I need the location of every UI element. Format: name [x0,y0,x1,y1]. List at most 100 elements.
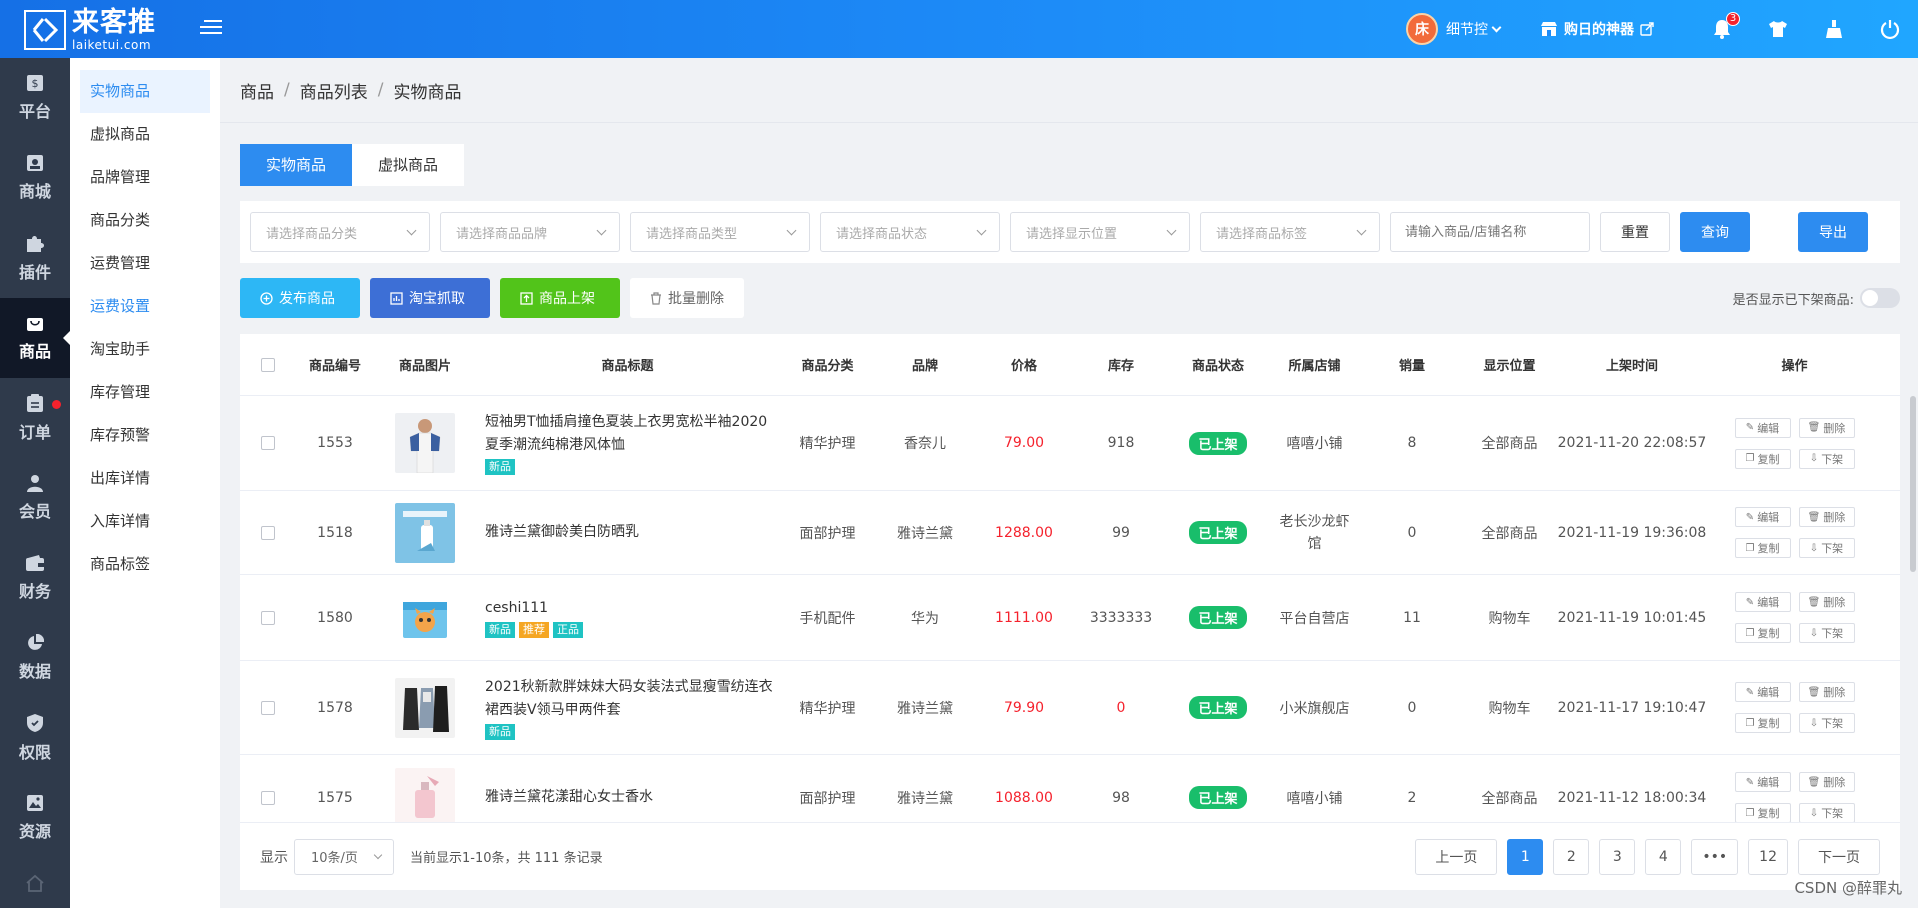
record-summary: 当前显示1-10条，共 111 条记录 [410,851,603,866]
notification-button[interactable]: 3 [1694,0,1750,58]
edit-button[interactable]: ✎ 编辑 [1734,417,1791,438]
taobao-fetch-button[interactable]: 淘宝抓取 [370,278,490,318]
breadcrumb-item[interactable]: 商品 [240,78,274,103]
subnav-item-physical-goods[interactable]: 实物商品 [80,70,210,113]
delete-button[interactable]: 🗑 删除 [1798,507,1855,527]
row-checkbox[interactable] [260,525,275,540]
search-input[interactable] [1390,212,1590,252]
sidebar-item-platform[interactable]: $ 平台 [0,58,70,138]
copy-button[interactable]: ❐ 复制 [1734,623,1791,643]
subnav-item-shipping-settings[interactable]: 运费设置 [80,285,210,328]
sidebar-item-resources[interactable]: 资源 [0,778,70,858]
edit-button[interactable]: ✎ 编辑 [1734,772,1791,792]
edit-button[interactable]: ✎ 编辑 [1734,682,1791,702]
offline-button[interactable]: ⇩ 下架 [1798,803,1855,822]
subnav-item-brands[interactable]: 品牌管理 [80,156,210,199]
sidebar-item-finance[interactable]: 财务 [0,538,70,618]
sidebar-item-mall[interactable]: 商城 [0,138,70,218]
select-all-checkbox[interactable] [260,357,275,372]
theme-button[interactable] [1750,0,1806,58]
product-image[interactable] [395,677,455,738]
logout-button[interactable] [1862,0,1918,58]
offline-button[interactable]: ⇩ 下架 [1798,448,1855,469]
delete-button[interactable]: 🗑 删除 [1798,592,1855,612]
subnav-item-shipping-management[interactable]: 运费管理 [80,242,210,285]
more-pages-button[interactable]: ••• [1691,839,1739,875]
page-size-select[interactable]: 10条/页 [294,838,394,875]
delete-button[interactable]: 🗑 删除 [1798,417,1855,438]
tab-physical-goods[interactable]: 实物商品 [240,144,352,186]
copy-button[interactable]: ❐ 复制 [1734,803,1791,822]
delete-button[interactable]: 🗑 删除 [1798,772,1855,792]
row-checkbox[interactable] [260,610,275,625]
category-select[interactable]: 请选择商品分类 [250,212,430,252]
page-button[interactable]: 2 [1553,839,1590,875]
batch-delete-button[interactable]: 批量删除 [630,278,744,318]
type-select[interactable]: 请选择商品类型 [630,212,810,252]
edit-button[interactable]: ✎ 编辑 [1734,507,1791,527]
sidebar-item-members[interactable]: 会员 [0,458,70,538]
product-image[interactable] [395,502,455,563]
copy-button[interactable]: ❐ 复制 [1734,448,1791,469]
subnav-item-inventory[interactable]: 库存管理 [80,371,210,414]
row-checkbox[interactable] [260,436,275,450]
offline-button[interactable]: ⇩ 下架 [1798,538,1855,558]
reset-button[interactable]: 重置 [1600,212,1670,252]
clean-cache-button[interactable] [1806,0,1862,58]
sidebar-item-plugin[interactable]: 插件 [0,218,70,298]
offline-button[interactable]: ⇩ 下架 [1798,623,1855,643]
op-label: 删除 [1823,776,1846,789]
op-label: 复制 [1757,807,1780,820]
subnav-item-virtual-goods[interactable]: 虚拟商品 [80,113,210,156]
subnav-item-outbound[interactable]: 出库详情 [80,457,210,500]
user-menu[interactable]: 床 细节控 [1406,13,1502,45]
publish-goods-button[interactable]: 发布商品 [240,278,360,318]
page-button[interactable]: 12 [1748,839,1788,875]
subnav-item-categories[interactable]: 商品分类 [80,199,210,242]
show-offline-switch[interactable] [1860,288,1900,308]
sidebar-item-data[interactable]: 数据 [0,618,70,698]
page-button[interactable]: 4 [1645,839,1682,875]
row-checkbox[interactable] [260,790,275,805]
tab-virtual-goods[interactable]: 虚拟商品 [352,144,464,186]
goods-position: 全部商品 [1481,790,1538,807]
product-image[interactable] [395,413,455,473]
sidebar-item-home[interactable] [0,858,70,908]
table-row: 1578 2021秋新款胖妹妹大码女装法式显瘦雪纺连衣裙西装V领马甲两件套 新品… [240,661,1900,755]
page-button[interactable]: 3 [1599,839,1636,875]
prev-page-button[interactable]: 上一页 [1415,839,1498,875]
subnav-item-tags[interactable]: 商品标签 [80,543,210,586]
brand-select[interactable]: 请选择商品品牌 [440,212,620,252]
product-image[interactable] [395,587,455,648]
sidebar-item-permissions[interactable]: 权限 [0,698,70,778]
table-scrollbar[interactable] [1910,396,1916,572]
position-select[interactable]: 请选择显示位置 [1010,212,1190,252]
logo[interactable]: 来客推 laiketui.com [24,9,156,51]
tag-select[interactable]: 请选择商品标签 [1200,212,1380,252]
subnav-item-stock-alert[interactable]: 库存预警 [80,414,210,457]
next-page-button[interactable]: 下一页 [1798,839,1880,875]
copy-button[interactable]: ❐ 复制 [1734,713,1791,733]
delete-button[interactable]: 🗑 删除 [1798,682,1855,702]
menu-toggle-icon[interactable] [200,20,222,38]
query-button[interactable]: 查询 [1680,212,1750,252]
copy-button[interactable]: ❐ 复制 [1734,538,1791,558]
sidebar-item-orders[interactable]: 订单 [0,378,70,458]
offline-button[interactable]: ⇩ 下架 [1798,713,1855,733]
goods-title: ceshi111 [485,600,549,616]
status-select[interactable]: 请选择商品状态 [820,212,1000,252]
edit-button[interactable]: ✎ 编辑 [1734,592,1791,612]
op-label: 下架 [1821,807,1844,820]
subnav-item-taobao-helper[interactable]: 淘宝助手 [80,328,210,371]
list-goods-button[interactable]: 商品上架 [500,278,620,318]
subnav-item-inbound[interactable]: 入库详情 [80,500,210,543]
sidebar-item-goods[interactable]: 商品 [0,298,71,378]
row-checkbox[interactable] [260,700,275,715]
breadcrumb-item[interactable]: 商品列表 [300,78,368,103]
product-image[interactable] [395,767,455,823]
shop-link[interactable]: 购日的神器 [1540,19,1654,39]
page-button[interactable]: 1 [1507,839,1544,875]
export-button[interactable]: 导出 [1798,212,1868,252]
breadcrumb-current: 实物商品 [393,82,462,103]
op-label: 删除 [1823,511,1846,524]
